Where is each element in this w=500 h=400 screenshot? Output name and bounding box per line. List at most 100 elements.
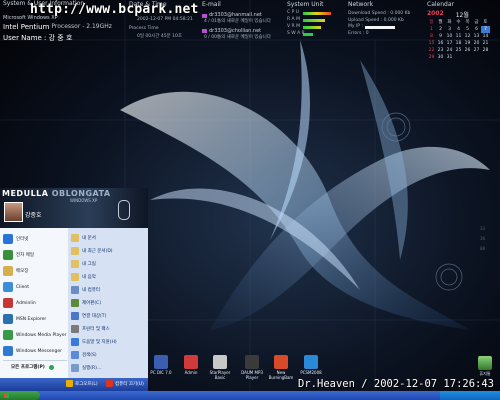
start-button[interactable] (0, 391, 40, 400)
email-status: 0 / 00통의 새로운 메일이 있습니다 (204, 34, 271, 40)
places-item[interactable]: 실행(R)... (71, 362, 147, 373)
shortcut-icon (304, 355, 318, 369)
start-menu: MEDULLA OBLONGATA WINDOWS XP 강중호 인터넷전자 메… (0, 188, 148, 391)
calendar-day: 10 (446, 34, 453, 39)
desktop-shortcut[interactable]: Admin (176, 355, 206, 375)
calendar-weekday: 목 (465, 20, 470, 25)
cpu-speed: Processor - 2.19GHz (51, 23, 112, 30)
control-panel-icon (71, 298, 79, 307)
mail-icon (3, 250, 13, 260)
places-item-label: 제어판(C) (82, 300, 102, 306)
start-menu-header: MEDULLA OBLONGATA WINDOWS XP 강중호 (0, 188, 148, 228)
pinned-item[interactable]: Windows Media Player (3, 328, 67, 342)
svg-text:88: 88 (480, 246, 486, 251)
email-title: E-mail (202, 1, 221, 8)
calendar-day: 8 (430, 34, 433, 39)
calendar-day: 22 (428, 48, 435, 53)
system-unit-panel: System Unit C P U R A M V R M S W A P (287, 1, 331, 38)
calendar-day: 30 (437, 55, 444, 60)
pinned-item[interactable]: 전자 메일 (3, 248, 67, 262)
datetime-value: 2002-12-07 PM 04:58:21 (137, 17, 193, 22)
pinned-item[interactable]: Client (3, 280, 67, 294)
recycle-bin[interactable]: 휴지통 (470, 356, 500, 376)
system-unit-title: System Unit (287, 1, 324, 8)
start-menu-footer: 로그오프(L) 컴퓨터 끄기(U) (0, 378, 148, 391)
pinned-item-label: MSN Explorer (16, 316, 47, 322)
shortcut-label: PCSM2008 (300, 370, 322, 375)
places-item[interactable]: 프린터 및 팩스 (71, 323, 147, 334)
email-address[interactable]: dr3303@chollian.net (209, 28, 261, 35)
places-item-label: 도움말 및 지원(H) (82, 339, 117, 345)
all-programs-button[interactable]: 모든 프로그램(P) (3, 360, 67, 373)
pinned-item-label: 전자 메일 (16, 253, 34, 258)
email-address[interactable]: dr3303@hanmail.net (209, 12, 262, 19)
calendar-panel: Calendar 2002 12월 일 월 화 수 목 금 토 1 2 3 4 5 6 7 8 9 10 11 12… (427, 1, 490, 61)
places-item[interactable]: 내 그림 (71, 258, 147, 269)
brand-subtitle: WINDOWS XP (70, 198, 98, 203)
desktop-shortcut[interactable]: PCSM2008 (296, 355, 326, 375)
folder-icon (71, 272, 79, 281)
shutdown-button[interactable]: 컴퓨터 끄기(U) (106, 380, 144, 387)
swap-meter (303, 33, 313, 36)
email-panel: E-mail dr3303@hanmail.net 4 / 01통의 새로운 메… (202, 1, 271, 41)
calendar-day: 9 (439, 34, 442, 39)
messenger-icon (3, 346, 13, 356)
calendar-weekday: 수 (456, 20, 461, 25)
pinned-item[interactable]: MSN Explorer (3, 312, 67, 326)
brand-word-2: OBLONGATA (51, 189, 111, 198)
desktop-shortcut[interactable]: DAUM MP3 Player (237, 355, 267, 380)
calendar-day: 5 (466, 27, 469, 32)
shutdown-label: 컴퓨터 끄기(U) (115, 381, 144, 387)
pinned-item[interactable]: Windows Messenger (3, 344, 67, 358)
places-item[interactable]: 내 문서 (71, 232, 147, 243)
recycle-bin-icon (478, 356, 492, 370)
places-item[interactable]: 내 음악 (71, 271, 147, 282)
ram-meter (303, 19, 325, 22)
calendar-day: 21 (482, 41, 489, 46)
cpu-label: C P U (287, 10, 300, 16)
mail-icon (202, 13, 207, 18)
calendar-day: 20 (473, 41, 480, 46)
calendar-day: 17 (446, 41, 453, 46)
pinned-item-label: Adminlin (16, 300, 36, 306)
calendar-month: 12월 (455, 12, 469, 19)
calendar-day: 23 (437, 48, 444, 53)
desktop-shortcut[interactable]: StarPlayer Basic (205, 355, 235, 380)
start-menu-places: 내 문서내 최근 문서(D) 내 그림내 음악내 컴퓨터제어판(C) 연결 대상(T… (68, 228, 148, 378)
user-avatar[interactable] (4, 202, 23, 222)
places-item[interactable]: 검색(S) (71, 349, 147, 360)
places-item[interactable]: 내 컴퓨터 (71, 284, 147, 295)
logoff-button[interactable]: 로그오프(L) (66, 380, 98, 387)
pinned-item[interactable]: Adminlin (3, 296, 67, 310)
shortcut-label: Admin (184, 370, 198, 375)
desktop-shortcut[interactable]: PC DIC 7.0 (146, 355, 176, 375)
windows-logo-icon (4, 393, 9, 398)
calendar-day: 15 (428, 41, 435, 46)
places-item[interactable]: 제어판(C) (71, 297, 147, 308)
pinned-item[interactable]: 인터넷 (3, 232, 67, 246)
desktop-shortcut[interactable]: New BurningBam (266, 355, 296, 380)
calendar-title: Calendar (427, 1, 454, 8)
shortcut-label: New BurningBam (268, 370, 294, 380)
sysinfo-panel: System & User Information Microsoft Wind… (3, 0, 112, 43)
start-user-name: 강중호 (25, 212, 42, 219)
calendar-day: 11 (455, 34, 462, 39)
places-item[interactable]: 도움말 및 지원(H) (71, 336, 147, 347)
shortcut-icon (184, 355, 198, 369)
places-item-label: 실행(R)... (82, 365, 102, 371)
calendar-day: 26 (464, 48, 471, 53)
places-item-label: 내 문서 (82, 235, 96, 241)
admin-icon (3, 298, 13, 308)
ie-icon (3, 234, 13, 244)
places-item-label: 연결 대상(T) (82, 313, 107, 319)
places-item[interactable]: 연결 대상(T) (71, 310, 147, 321)
logoff-icon (66, 380, 73, 387)
pinned-item-label: 메모장 (16, 269, 29, 274)
pinned-item[interactable]: 메모장 (3, 264, 67, 278)
all-programs-label: 모든 프로그램(P) (11, 365, 45, 370)
folder-icon (71, 259, 79, 268)
brand-word-1: MEDULLA (2, 189, 49, 198)
calendar-grid: 일 월 화 수 목 금 토 1 2 3 4 5 6 7 8 9 10 11 12 13 14 15 16 17 18 19 20 21… (427, 19, 490, 61)
search-icon (71, 350, 79, 359)
places-item[interactable]: 내 최근 문서(D) (71, 245, 147, 256)
